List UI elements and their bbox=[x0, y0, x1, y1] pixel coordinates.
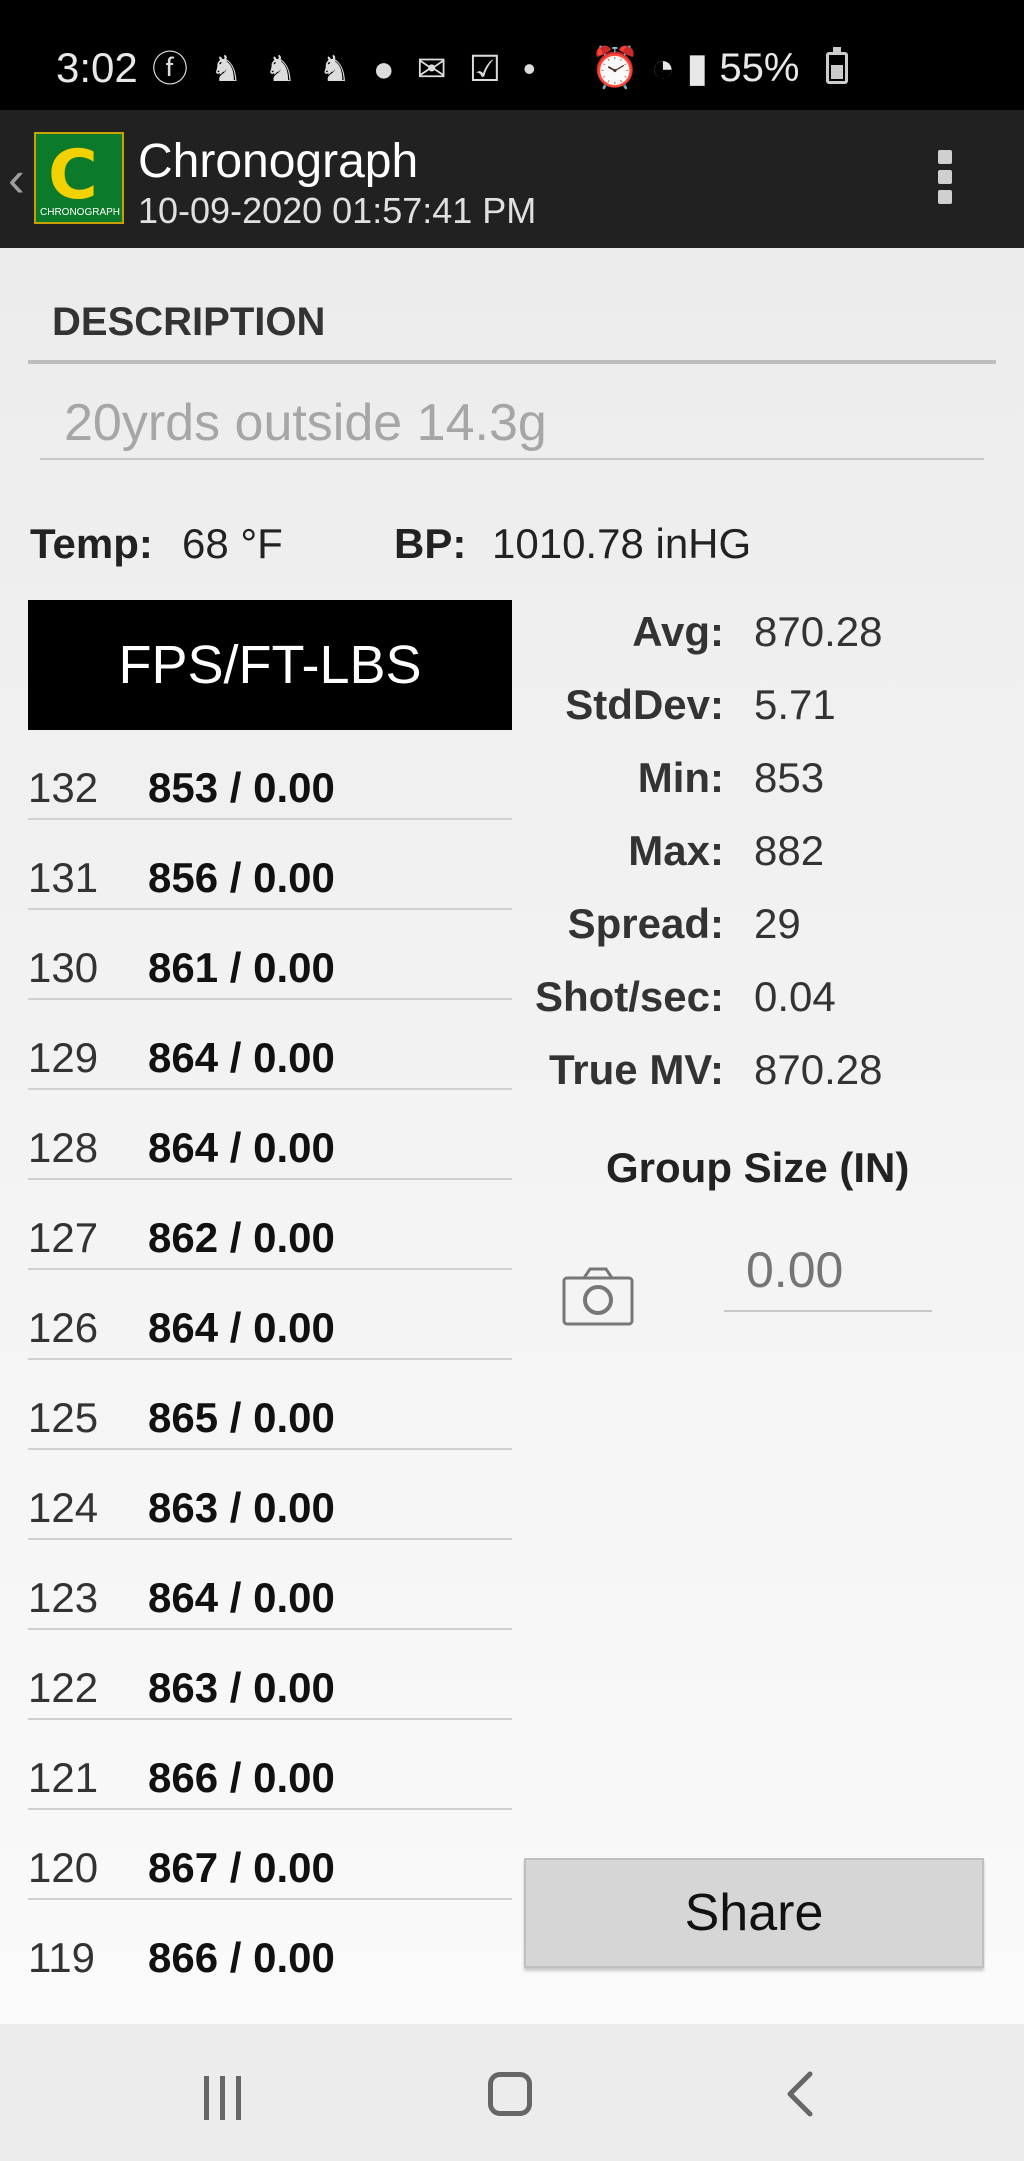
battery-icon bbox=[826, 52, 848, 84]
shot-number: 119 bbox=[28, 1934, 95, 1981]
shot-list[interactable]: 132 853 / 0.00 131 856 / 0.00 130 861 / 0.0… bbox=[28, 730, 512, 1988]
app-subtitle: 10-09-2020 01:57:41 PM bbox=[138, 190, 537, 231]
description-heading: DESCRIPTION bbox=[52, 300, 326, 344]
shot-value: 864 / 0.00 bbox=[148, 1124, 335, 1171]
shot-number: 124 bbox=[28, 1484, 99, 1531]
recents-bar bbox=[236, 2076, 241, 2120]
stat-max-label: Max: bbox=[628, 827, 724, 874]
bp-label: BP: bbox=[394, 520, 467, 567]
shot-value: 865 / 0.00 bbox=[148, 1394, 335, 1441]
stat-shotsec-label: Shot/sec: bbox=[534, 973, 724, 1020]
stat-min-label: Min: bbox=[637, 754, 724, 801]
shot-number: 126 bbox=[28, 1304, 99, 1351]
battery-percent: 55% bbox=[719, 46, 800, 90]
app-logo[interactable]: C CHRONOGRAPH bbox=[34, 132, 124, 224]
group-size-input[interactable] bbox=[724, 1230, 932, 1312]
shot-row[interactable]: 120 867 / 0.00 bbox=[28, 1810, 512, 1900]
shot-number: 125 bbox=[28, 1394, 99, 1441]
shot-number: 127 bbox=[28, 1214, 99, 1261]
up-navigation-icon[interactable]: ‹ bbox=[8, 150, 25, 208]
stat-stddev-value: 5.71 bbox=[754, 681, 836, 728]
stat-shotsec-value: 0.04 bbox=[754, 973, 836, 1020]
shot-value: 866 / 0.00 bbox=[148, 1754, 335, 1801]
stat-max-value: 882 bbox=[754, 827, 825, 874]
shot-value: 863 / 0.00 bbox=[148, 1484, 335, 1531]
shot-row[interactable]: 123 864 / 0.00 bbox=[28, 1540, 512, 1630]
shot-value: 867 / 0.00 bbox=[148, 1844, 335, 1891]
session-content: DESCRIPTION Temp: 68 °F BP: 1010.78 inHG… bbox=[0, 248, 1024, 2024]
camera-icon[interactable] bbox=[562, 1266, 634, 1326]
status-bar: 3:02 ⓕ ♞ ♞ ♞ ● ✉ ☑ • ⏰ ◔ ▮ 55% bbox=[0, 0, 1024, 110]
shot-number: 132 bbox=[28, 764, 99, 811]
logo-word: CHRONOGRAPH bbox=[40, 207, 121, 218]
overflow-menu-icon[interactable] bbox=[930, 150, 960, 210]
status-time: 3:02 bbox=[56, 44, 138, 91]
stat-min-value: 853 bbox=[754, 754, 825, 801]
shot-row[interactable]: 124 863 / 0.00 bbox=[28, 1450, 512, 1540]
shot-number: 131 bbox=[28, 854, 99, 901]
shot-number: 129 bbox=[28, 1034, 99, 1081]
status-right: ⏰ ◔ ▮ 55% bbox=[590, 46, 800, 90]
shot-value: 864 / 0.00 bbox=[148, 1034, 335, 1081]
recents-bar bbox=[220, 2076, 225, 2120]
home-icon[interactable] bbox=[488, 2072, 532, 2116]
shot-value: 866 / 0.00 bbox=[148, 1934, 335, 1981]
notification-icons: ⓕ ♞ ♞ ♞ ● ✉ ☑ • bbox=[152, 48, 542, 89]
recents-bar bbox=[204, 2076, 209, 2120]
fps-ftlbs-toggle[interactable]: FPS/FT-LBS bbox=[28, 600, 512, 730]
shot-row[interactable]: 129 864 / 0.00 bbox=[28, 1000, 512, 1090]
shot-number: 128 bbox=[28, 1124, 99, 1171]
shot-value: 853 / 0.00 bbox=[148, 764, 335, 811]
shot-row[interactable]: 128 864 / 0.00 bbox=[28, 1090, 512, 1180]
stat-spread-value: 29 bbox=[754, 900, 801, 947]
stat-avg-label: Avg: bbox=[632, 608, 724, 655]
shot-row[interactable]: 131 856 / 0.00 bbox=[28, 820, 512, 910]
back-icon[interactable] bbox=[776, 2064, 826, 2124]
description-input[interactable] bbox=[40, 388, 984, 460]
shot-row[interactable]: 121 866 / 0.00 bbox=[28, 1720, 512, 1810]
shot-row[interactable]: 122 863 / 0.00 bbox=[28, 1630, 512, 1720]
stat-stddev-label: StdDev: bbox=[565, 681, 724, 728]
shot-number: 123 bbox=[28, 1574, 99, 1621]
overflow-dot bbox=[938, 150, 952, 164]
stat-spread-label: Spread: bbox=[567, 900, 724, 947]
shot-row[interactable]: 132 853 / 0.00 bbox=[28, 730, 512, 820]
overflow-dot bbox=[938, 170, 952, 184]
shot-value: 861 / 0.00 bbox=[148, 944, 335, 991]
shot-value: 864 / 0.00 bbox=[148, 1304, 335, 1351]
shot-number: 121 bbox=[28, 1754, 99, 1801]
overflow-dot bbox=[938, 190, 952, 204]
stat-truemv-value: 870.28 bbox=[754, 1046, 883, 1093]
share-button[interactable]: Share bbox=[524, 1858, 984, 1968]
shot-value: 863 / 0.00 bbox=[148, 1664, 335, 1711]
recents-icon[interactable] bbox=[200, 2076, 248, 2120]
shot-row[interactable]: 127 862 / 0.00 bbox=[28, 1180, 512, 1270]
shot-row[interactable]: 125 865 / 0.00 bbox=[28, 1360, 512, 1450]
shot-row[interactable]: 130 861 / 0.00 bbox=[28, 910, 512, 1000]
temp-label: Temp: bbox=[30, 520, 153, 567]
logo-letter: C bbox=[48, 136, 98, 215]
shot-value: 864 / 0.00 bbox=[148, 1574, 335, 1621]
shot-value: 862 / 0.00 bbox=[148, 1214, 335, 1261]
app-title: Chronograph bbox=[138, 135, 419, 188]
stat-avg-value: 870.28 bbox=[754, 608, 883, 655]
shot-value: 856 / 0.00 bbox=[148, 854, 335, 901]
stat-truemv-label: True MV: bbox=[548, 1046, 724, 1093]
system-nav-bar bbox=[0, 2024, 1024, 2161]
shot-number: 120 bbox=[28, 1844, 99, 1891]
shot-row[interactable]: 119 866 / 0.00 bbox=[28, 1900, 512, 1988]
shot-number: 130 bbox=[28, 944, 99, 991]
temp-value: 68 °F bbox=[182, 520, 283, 567]
shot-number: 122 bbox=[28, 1664, 99, 1711]
description-divider bbox=[28, 360, 996, 364]
app-bar: ‹ C CHRONOGRAPH Chronograph 10-09-2020 0… bbox=[0, 110, 1024, 248]
group-size-label: Group Size (IN) bbox=[606, 1144, 910, 1191]
shot-row[interactable]: 126 864 / 0.00 bbox=[28, 1270, 512, 1360]
bp-value: 1010.78 inHG bbox=[492, 520, 752, 567]
